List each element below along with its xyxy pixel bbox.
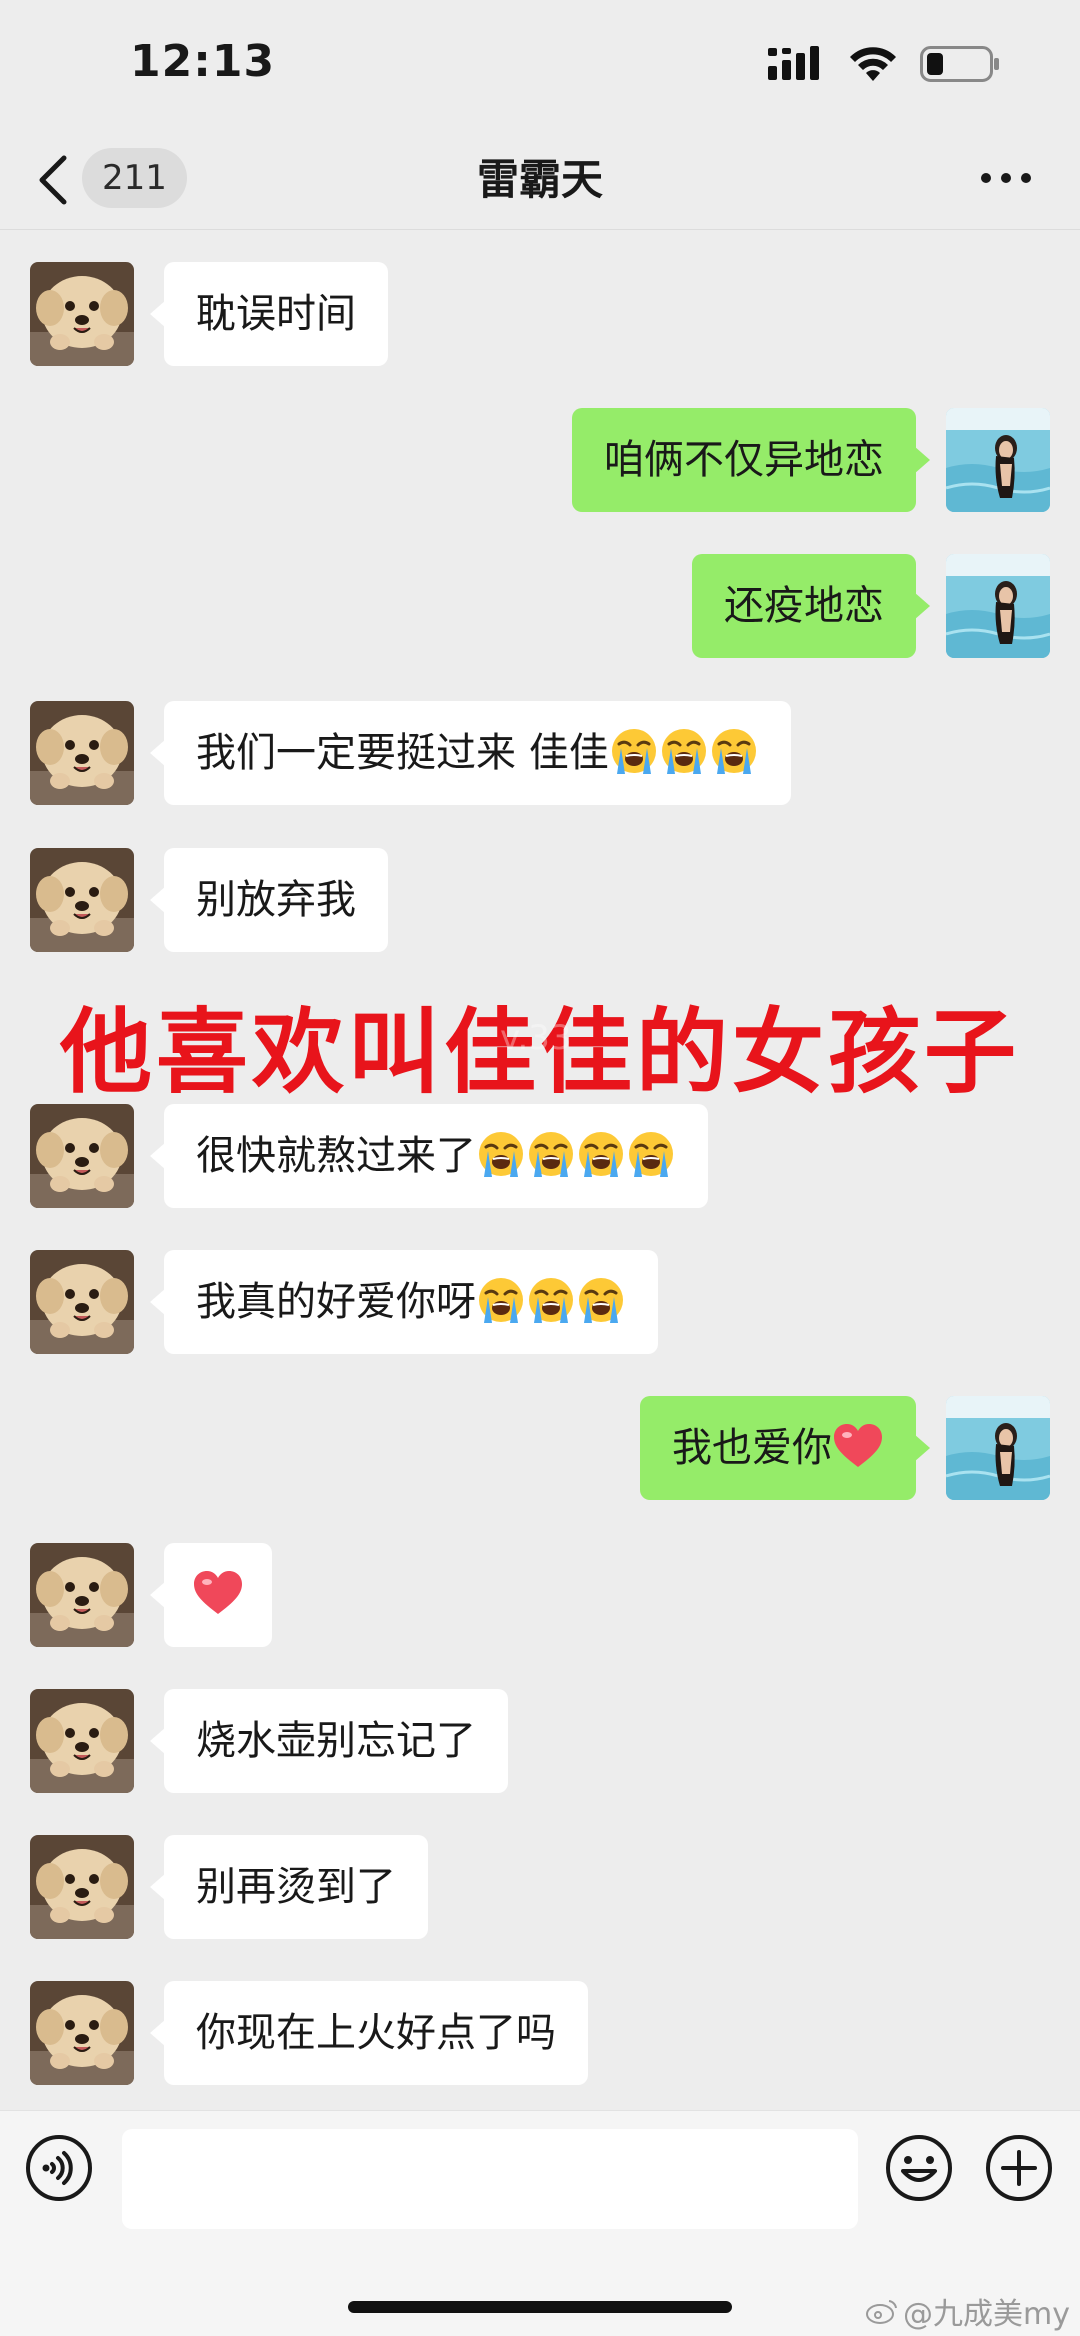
message-bubble[interactable]: 很快就熬过来了: [150, 1104, 708, 1208]
message-text: 烧水壶别忘记了: [196, 1718, 476, 1764]
message-bubble[interactable]: 烧水壶别忘记了: [150, 1689, 508, 1793]
chat-header: 211 雷霸天: [0, 130, 1080, 230]
loudly-crying-face-icon: [711, 729, 756, 774]
message-text: 咱俩不仅异地恋: [604, 437, 884, 483]
message-text: 我真的好爱你呀: [196, 1279, 476, 1325]
signal-icon: [768, 46, 819, 80]
message-bubble[interactable]: 咱俩不仅异地恋: [572, 408, 930, 512]
message-row: 我们一定要挺过来 佳佳: [0, 701, 1080, 805]
message-text: 你现在上火好点了吗: [196, 2010, 556, 2056]
message-text: 很快就熬过来了: [196, 1133, 476, 1179]
loudly-crying-face-icon: [529, 1278, 573, 1323]
faint-mark: v.33: [500, 1018, 572, 1058]
message-bubble[interactable]: [150, 1543, 272, 1647]
status-icons: [768, 42, 1000, 86]
contact-avatar[interactable]: [30, 1981, 134, 2085]
watermark: @九成美my: [865, 2289, 1070, 2333]
contact-avatar[interactable]: [30, 1689, 134, 1793]
red-heart-icon: [194, 1571, 242, 1614]
wifi-icon: [850, 47, 896, 81]
emoji-icon[interactable]: [884, 2133, 954, 2203]
contact-avatar[interactable]: [30, 262, 134, 366]
contact-avatar[interactable]: [30, 848, 134, 952]
contact-avatar[interactable]: [30, 1543, 134, 1647]
loudly-crying-face-icon: [479, 1278, 523, 1323]
loudly-crying-face-icon: [661, 729, 706, 774]
message-text: 我们一定要挺过来 佳佳: [196, 730, 609, 776]
plus-icon[interactable]: [984, 2133, 1054, 2203]
message-row: 我也爱你: [0, 1396, 1080, 1500]
message-row: 很快就熬过来了: [0, 1104, 1080, 1208]
weibo-icon: [866, 2300, 898, 2324]
message-bubble[interactable]: 我们一定要挺过来 佳佳: [150, 701, 791, 805]
message-bubble[interactable]: 耽误时间: [150, 262, 388, 366]
message-row: 我真的好爱你呀: [0, 1250, 1080, 1354]
message-row: 还疫地恋: [0, 554, 1080, 658]
message-row: 烧水壶别忘记了: [0, 1689, 1080, 1793]
message-row: 咱俩不仅异地恋: [0, 408, 1080, 512]
contact-avatar[interactable]: [30, 1835, 134, 1939]
message-row: 别放弃我: [0, 848, 1080, 952]
input-bar: @九成美my: [0, 2110, 1080, 2336]
message-bubble[interactable]: 你现在上火好点了吗: [150, 1981, 588, 2085]
status-bar: 12:13: [0, 0, 1080, 130]
loudly-crying-face-icon: [479, 1132, 523, 1177]
more-icon[interactable]: [980, 168, 1032, 188]
loudly-crying-face-icon: [529, 1132, 573, 1177]
chat-title: 雷霸天: [476, 155, 603, 204]
message-row: 耽误时间: [0, 262, 1080, 366]
message-row: 别再烫到了: [0, 1835, 1080, 1939]
message-bubble[interactable]: 别再烫到了: [150, 1835, 428, 1939]
message-text: 耽误时间: [196, 291, 356, 337]
watermark-text: @九成美my: [903, 2297, 1070, 2332]
contact-avatar[interactable]: [30, 1104, 134, 1208]
my-avatar[interactable]: [946, 554, 1050, 658]
home-indicator[interactable]: [348, 2301, 732, 2313]
battery-icon: [920, 46, 999, 82]
contact-avatar[interactable]: [30, 1250, 134, 1354]
loudly-crying-face-icon: [611, 729, 656, 774]
loudly-crying-face-icon: [629, 1132, 673, 1177]
red-heart-icon: [834, 1424, 882, 1467]
message-text: 我也爱你: [672, 1425, 832, 1471]
my-avatar[interactable]: [946, 408, 1050, 512]
message-row: [0, 1543, 1080, 1647]
loudly-crying-face-icon: [579, 1278, 623, 1323]
my-avatar[interactable]: [946, 1396, 1050, 1500]
contact-avatar[interactable]: [30, 701, 134, 805]
message-text: 别再烫到了: [196, 1864, 396, 1910]
message-bubble[interactable]: 我真的好爱你呀: [150, 1250, 658, 1354]
message-row: 你现在上火好点了吗: [0, 1981, 1080, 2085]
message-text: 还疫地恋: [724, 583, 884, 629]
status-time: 12:13: [130, 36, 276, 87]
voice-icon[interactable]: [24, 2133, 94, 2203]
message-input[interactable]: [122, 2129, 858, 2229]
message-text: 别放弃我: [196, 877, 356, 923]
message-bubble[interactable]: 我也爱你: [640, 1396, 930, 1500]
message-bubble[interactable]: 别放弃我: [150, 848, 388, 952]
loudly-crying-face-icon: [579, 1132, 623, 1177]
message-bubble[interactable]: 还疫地恋: [692, 554, 930, 658]
